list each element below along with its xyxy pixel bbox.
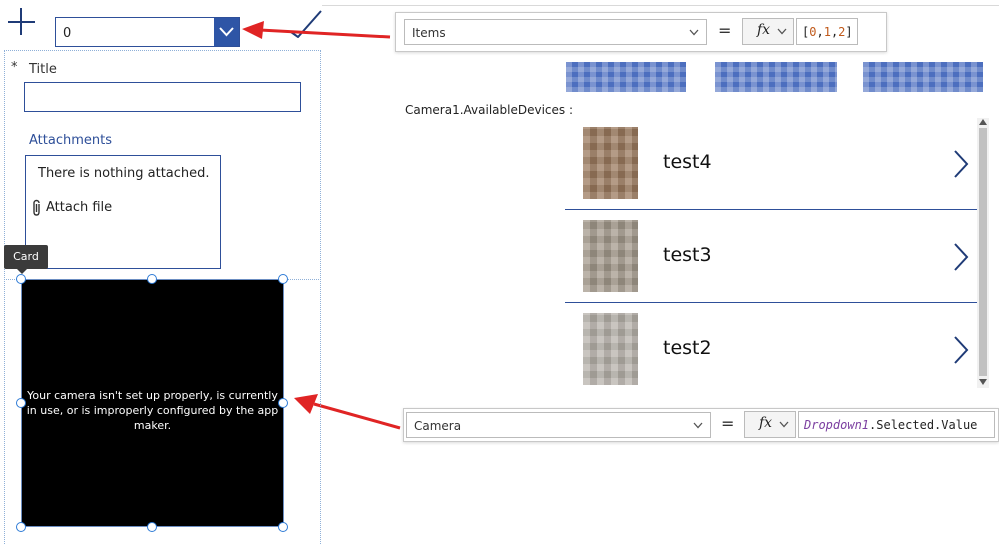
camera-error-message: Your camera isn't set up properly, is cu… <box>26 389 279 432</box>
chevron-down-icon <box>693 422 703 429</box>
property-name: Items <box>412 26 446 40</box>
resize-handle[interactable] <box>16 522 26 532</box>
scroll-up-icon[interactable] <box>979 119 987 125</box>
device-thumbnail <box>583 220 638 292</box>
chevron-down-icon <box>689 29 699 36</box>
equals-sign: = <box>721 414 735 433</box>
redacted-header-block <box>715 62 837 92</box>
fx-icon: fx <box>759 415 773 431</box>
fx-icon: fx <box>757 22 771 38</box>
gallery[interactable]: test4 test3 test2 <box>565 117 977 387</box>
attachments-label: Attachments <box>29 133 112 148</box>
property-select[interactable]: Items <box>404 19 707 45</box>
dropdown-value: 0 <box>63 26 72 41</box>
list-item[interactable]: test3 <box>565 210 977 303</box>
chevron-right-icon[interactable] <box>953 336 969 364</box>
formula-input[interactable]: Dropdown1.Selected.Value <box>798 411 995 438</box>
list-item[interactable]: test2 <box>565 303 977 387</box>
chevron-down-icon <box>779 421 789 428</box>
resize-handle[interactable] <box>147 522 157 532</box>
camera-control[interactable]: Your camera isn't set up properly, is cu… <box>21 279 284 527</box>
formula-text: [0,1,2] <box>802 25 853 39</box>
formula-text: Dropdown1.Selected.Value <box>804 418 978 432</box>
resize-handle[interactable] <box>147 274 157 284</box>
formula-input[interactable]: [0,1,2] <box>796 18 858 45</box>
formula-bar-items: Items = fx [0,1,2] <box>395 12 887 52</box>
list-item[interactable]: test4 <box>565 117 977 210</box>
resize-handle[interactable] <box>278 398 288 408</box>
device-label: test4 <box>663 151 712 173</box>
title-input[interactable] <box>24 82 301 112</box>
resize-handle[interactable] <box>16 274 26 284</box>
available-devices-label: Camera1.AvailableDevices : <box>405 103 574 117</box>
chevron-right-icon[interactable] <box>953 243 969 271</box>
device-thumbnail <box>583 313 638 385</box>
required-marker: * <box>11 60 18 75</box>
equals-sign: = <box>718 21 732 40</box>
fx-button[interactable]: fx <box>744 411 796 438</box>
scroll-down-icon[interactable] <box>979 379 987 385</box>
property-select[interactable]: Camera <box>406 412 711 438</box>
top-divider <box>322 5 999 6</box>
chevron-down-icon <box>777 28 787 35</box>
device-label: test2 <box>663 337 712 359</box>
dropdown1[interactable]: 0 <box>55 17 240 47</box>
device-thumbnail <box>583 127 638 199</box>
redacted-header-block <box>566 62 686 92</box>
card-tooltip: Card <box>4 245 48 269</box>
redacted-header-block <box>863 62 983 92</box>
property-name: Camera <box>414 419 462 433</box>
resize-handle[interactable] <box>278 522 288 532</box>
paperclip-icon <box>33 199 40 216</box>
resize-handle[interactable] <box>278 274 288 284</box>
title-label: Title <box>29 62 57 77</box>
attach-file-link[interactable]: Attach file <box>46 200 112 215</box>
chevron-right-icon[interactable] <box>953 150 969 178</box>
dropdown-toggle-button[interactable] <box>214 18 239 46</box>
fx-button[interactable]: fx <box>742 18 794 45</box>
scrollbar-thumb[interactable] <box>979 128 987 376</box>
resize-handle[interactable] <box>16 398 26 408</box>
device-label: test3 <box>663 244 712 266</box>
annotation-arrow-icon <box>242 21 391 39</box>
plus-icon[interactable] <box>6 6 38 38</box>
chevron-down-icon <box>219 27 234 37</box>
attachments-empty-text: There is nothing attached. <box>38 166 210 181</box>
formula-bar-camera: Camera = fx Dropdown1.Selected.Value <box>403 408 999 442</box>
